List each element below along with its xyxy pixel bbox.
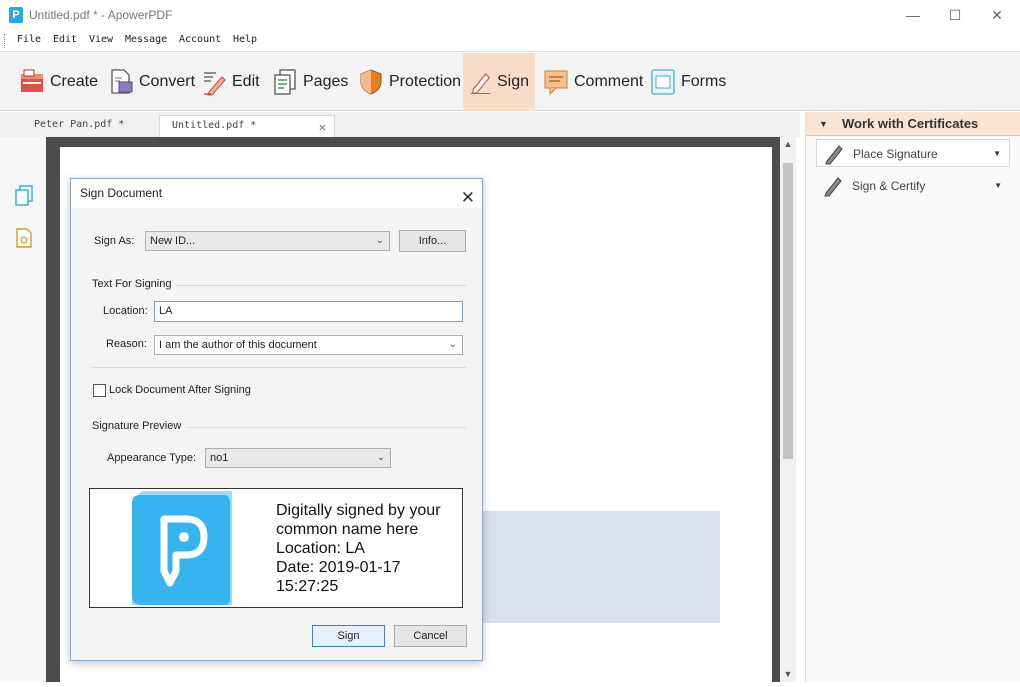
convert-icon: [111, 69, 133, 94]
sign-as-label: Sign As:: [94, 235, 135, 247]
sign-as-select[interactable]: New ID... ⌄: [145, 231, 390, 251]
create-icon: [21, 69, 43, 92]
dialog-title-text: Sign Document: [80, 186, 163, 200]
toolbar-comment-label: Comment: [574, 73, 644, 90]
tab-label: Untitled.pdf *: [172, 120, 257, 131]
scroll-down-icon[interactable]: ▼: [780, 669, 796, 679]
toolbar-protection-button[interactable]: Protection: [352, 53, 467, 111]
sign-as-value: New ID...: [150, 235, 196, 247]
sign-side-panel: ▼ Work with Certificates Place Signature…: [805, 112, 1020, 682]
tab-untitled[interactable]: Untitled.pdf * ✕: [159, 115, 335, 137]
maximize-button[interactable]: ☐: [935, 4, 975, 26]
toolbar-convert-label: Convert: [139, 73, 196, 90]
toolbar-convert-button[interactable]: Convert: [102, 53, 201, 111]
title-bar: P Untitled.pdf * - ApowerPDF — ☐ ✕: [0, 0, 1020, 30]
main-toolbar: Create Convert Edit Pages Protection Sig…: [0, 53, 1020, 111]
location-label: Location:: [103, 305, 148, 317]
pages-icon: [274, 69, 296, 95]
toolbar-edit-button[interactable]: Edit: [195, 53, 266, 111]
appearance-type-label: Appearance Type:: [107, 452, 197, 464]
place-signature-item[interactable]: Place Signature ▼: [816, 139, 1010, 167]
location-input[interactable]: LA: [154, 301, 463, 322]
forms-icon: [651, 69, 675, 95]
pen-icon: [825, 145, 843, 165]
sign-pen-icon: [470, 73, 491, 95]
signature-preview-group: Signature Preview: [92, 420, 182, 432]
edit-pen-icon: [204, 72, 226, 96]
attachment-icon[interactable]: [14, 227, 34, 249]
collapse-triangle-icon[interactable]: ▼: [819, 112, 828, 136]
preview-line-signer: Digitally signed by your common name her…: [276, 502, 441, 538]
comment-icon: [544, 70, 568, 96]
preview-line-location: Location: LA: [276, 540, 365, 557]
toolbar-pages-label: Pages: [303, 73, 349, 90]
toolbar-pages-button[interactable]: Pages: [266, 53, 354, 111]
sign-certify-label: Sign & Certify: [852, 179, 926, 193]
sign-document-dialog: Sign Document ✕ Sign As: New ID... ⌄ Inf…: [70, 178, 483, 661]
toolbar-forms-label: Forms: [681, 73, 727, 90]
pen-icon: [824, 177, 842, 197]
panel-header-label: Work with Certificates: [842, 116, 979, 131]
dialog-close-icon[interactable]: ✕: [461, 183, 475, 212]
thumbnails-icon[interactable]: [14, 185, 34, 207]
menu-help[interactable]: Help: [233, 34, 257, 45]
toolbar-protection-label: Protection: [389, 73, 462, 90]
scroll-thumb[interactable]: [783, 163, 793, 459]
menu-view[interactable]: View: [89, 34, 113, 45]
preview-line-date: Date: 2019-01-17 15:27:25: [276, 559, 401, 595]
cancel-button[interactable]: Cancel: [394, 625, 467, 647]
lock-document-checkbox[interactable]: [93, 384, 106, 397]
chevron-down-icon: ⌄: [448, 339, 457, 350]
reason-label: Reason:: [106, 338, 147, 350]
signature-field[interactable]: [480, 511, 720, 623]
menu-account[interactable]: Account: [179, 34, 221, 45]
toolbar-create-button[interactable]: Create: [13, 53, 104, 111]
scroll-up-icon[interactable]: ▲: [780, 139, 796, 149]
toolbar-comment-button[interactable]: Comment: [537, 53, 649, 111]
dialog-title: Sign Document ✕: [71, 179, 482, 208]
signature-preview-box: Digitally signed by your common name her…: [89, 488, 463, 608]
appearance-type-select[interactable]: no1 ⌄: [205, 448, 391, 468]
menu-bar: File Edit View Message Account Help: [0, 30, 1020, 52]
info-button[interactable]: Info...: [399, 230, 466, 252]
chevron-down-icon: ⌄: [375, 235, 384, 246]
menu-grip-icon: [4, 34, 7, 48]
appearance-type-value: no1: [210, 452, 229, 464]
reason-select[interactable]: I am the author of this document ⌄: [154, 335, 463, 355]
place-signature-label: Place Signature: [853, 147, 938, 161]
chevron-down-icon[interactable]: ▼: [994, 172, 1002, 200]
left-sidebar: [0, 137, 46, 682]
toolbar-forms-button[interactable]: Forms: [644, 53, 732, 111]
sign-certify-item[interactable]: Sign & Certify ▼: [816, 172, 1010, 200]
tab-close-icon[interactable]: ✕: [319, 120, 326, 134]
text-for-signing-group: Text For Signing: [92, 278, 172, 290]
tab-peter-pan[interactable]: Peter Pan.pdf *: [22, 115, 152, 137]
vertical-scrollbar[interactable]: ▲ ▼: [780, 137, 796, 682]
apowerpdf-logo-icon: [132, 491, 232, 605]
close-window-button[interactable]: ✕: [977, 4, 1017, 26]
toolbar-sign-label: Sign: [496, 73, 529, 90]
toolbar-sign-button[interactable]: Sign: [463, 53, 535, 111]
sign-button[interactable]: Sign: [312, 625, 385, 647]
reason-value: I am the author of this document: [159, 339, 317, 351]
menu-message[interactable]: Message: [125, 34, 167, 45]
group-divider: [91, 367, 466, 368]
signature-preview-text: Digitally signed by your common name her…: [276, 501, 462, 596]
tab-label: Peter Pan.pdf *: [34, 119, 125, 130]
document-tabs: Peter Pan.pdf * Untitled.pdf * ✕: [0, 112, 800, 137]
group-divider: [176, 285, 466, 286]
panel-header[interactable]: ▼ Work with Certificates: [806, 112, 1020, 136]
lock-document-label[interactable]: Lock Document After Signing: [109, 384, 251, 396]
shield-icon: [360, 69, 382, 95]
toolbar-create-label: Create: [50, 73, 99, 90]
app-logo-icon: P: [9, 7, 23, 23]
group-divider: [188, 427, 466, 428]
window-title: Untitled.pdf * - ApowerPDF: [29, 8, 173, 22]
menu-file[interactable]: File: [17, 34, 41, 45]
menu-edit[interactable]: Edit: [53, 34, 77, 45]
toolbar-edit-label: Edit: [232, 73, 260, 90]
minimize-button[interactable]: —: [893, 4, 933, 26]
chevron-down-icon: ⌄: [376, 452, 385, 463]
chevron-down-icon[interactable]: ▼: [993, 140, 1001, 168]
